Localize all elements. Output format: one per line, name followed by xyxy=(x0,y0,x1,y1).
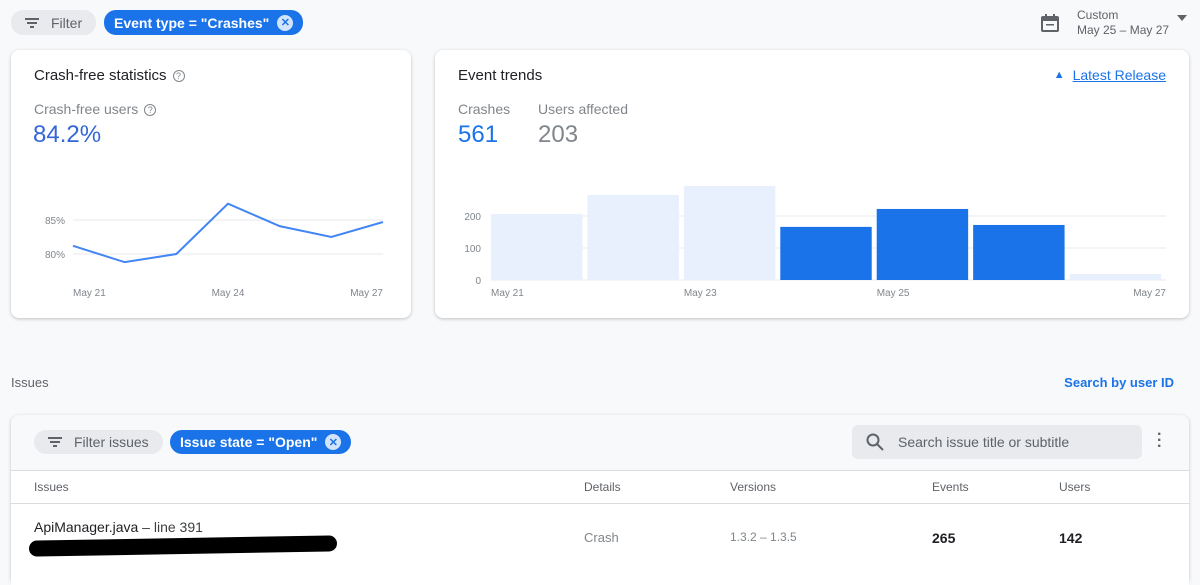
column-header-users[interactable]: Users xyxy=(1059,480,1090,494)
issue-line: – line 391 xyxy=(138,519,203,535)
search-icon xyxy=(866,433,884,451)
bar xyxy=(684,186,775,280)
x-tick-label: May 21 xyxy=(73,288,106,299)
x-tick-label: May 27 xyxy=(1133,288,1166,299)
issue-file[interactable]: ApiManager.java xyxy=(34,519,138,535)
bar xyxy=(780,227,871,280)
y-tick-label: 200 xyxy=(464,212,481,223)
y-tick-label: 0 xyxy=(475,276,481,287)
issue-versions: 1.3.2 – 1.3.5 xyxy=(730,530,797,544)
date-range-label: Custom xyxy=(1077,8,1169,23)
search-placeholder: Search issue title or subtitle xyxy=(898,434,1069,450)
issue-details: Crash xyxy=(584,530,619,545)
y-tick-label: 80% xyxy=(45,250,65,261)
crash-free-line xyxy=(73,204,383,262)
calendar-icon xyxy=(1040,13,1060,33)
close-icon[interactable]: ✕ xyxy=(325,434,341,450)
search-by-user-link[interactable]: Search by user ID xyxy=(1064,375,1174,390)
x-tick-label: May 27 xyxy=(350,288,383,299)
issue-events: 265 xyxy=(932,530,955,546)
dropdown-arrow-icon xyxy=(1177,15,1187,26)
column-header-versions: Versions xyxy=(730,480,776,494)
filter-label: Filter xyxy=(51,15,82,31)
event-trends-card: Event trends ▲Latest Release Crashes 561… xyxy=(435,50,1189,318)
column-header-details: Details xyxy=(584,480,621,494)
issues-table: Filter issues Issue state = "Open" ✕ Sear… xyxy=(11,415,1189,585)
x-tick-label: May 21 xyxy=(491,288,524,299)
date-range-value: May 25 – May 27 xyxy=(1077,23,1169,38)
crash-free-card: Crash-free statistics? Crash-free users?… xyxy=(11,50,411,318)
x-tick-label: May 25 xyxy=(877,288,910,299)
column-header-issues[interactable]: Issues xyxy=(34,480,69,494)
bar xyxy=(877,209,968,280)
x-tick-label: May 23 xyxy=(684,288,717,299)
bar xyxy=(1070,274,1161,280)
event-trends-bar-chart: 0 100 200 May 21 May 23 May 25 May 27 xyxy=(435,50,1189,318)
crash-free-line-chart: 80% 85% May 21 May 24 May 27 xyxy=(11,50,411,318)
chip-label: Issue state = "Open" xyxy=(180,434,317,450)
issues-section-label: Issues xyxy=(11,375,49,390)
filter-issues-button[interactable]: Filter issues xyxy=(34,430,163,454)
issue-search-input[interactable]: Search issue title or subtitle xyxy=(852,425,1142,459)
date-range-picker[interactable]: CustomMay 25 – May 27 xyxy=(1040,8,1187,38)
more-options-icon[interactable]: ··· xyxy=(1157,432,1162,450)
filter-icon xyxy=(25,16,39,30)
column-header-events[interactable]: Events xyxy=(932,480,969,494)
issue-users: 142 xyxy=(1059,530,1082,546)
x-tick-label: May 24 xyxy=(212,288,245,299)
filter-button[interactable]: Filter xyxy=(11,10,96,35)
y-tick-label: 100 xyxy=(464,244,481,255)
bar xyxy=(587,195,678,280)
filter-icon xyxy=(48,435,62,449)
bar xyxy=(973,225,1064,280)
chip-label: Event type = "Crashes" xyxy=(114,15,269,31)
issue-state-chip[interactable]: Issue state = "Open" ✕ xyxy=(170,430,351,454)
bar xyxy=(491,214,582,280)
filter-issues-label: Filter issues xyxy=(74,434,149,450)
event-type-chip[interactable]: Event type = "Crashes" ✕ xyxy=(104,10,303,35)
y-tick-label: 85% xyxy=(45,216,65,227)
close-icon[interactable]: ✕ xyxy=(277,15,293,31)
